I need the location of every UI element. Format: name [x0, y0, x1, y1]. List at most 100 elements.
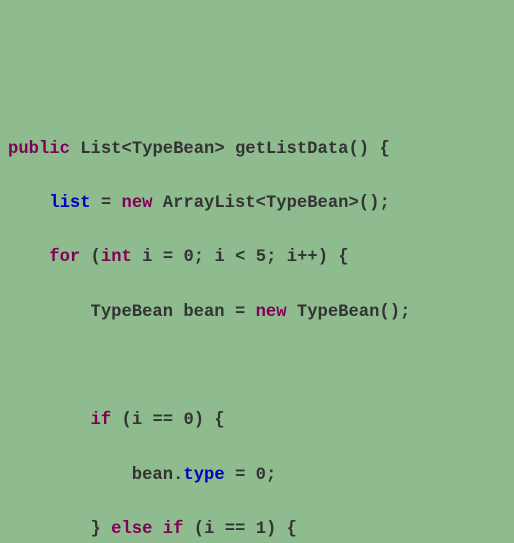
space: [111, 194, 121, 213]
space: [214, 520, 224, 539]
space: [245, 248, 255, 267]
op-eq: =: [235, 466, 245, 485]
field-list: list: [49, 194, 90, 213]
var-i: i: [204, 520, 214, 539]
lbrace: {: [287, 520, 297, 539]
angle-open: <: [121, 140, 131, 159]
space: [101, 520, 111, 539]
space: [225, 140, 235, 159]
space: [80, 248, 90, 267]
op-eqeq: ==: [225, 520, 246, 539]
space: [91, 194, 101, 213]
lparen: (: [379, 303, 389, 322]
semi: ;: [379, 194, 389, 213]
lbrace: {: [338, 248, 348, 267]
semi: ;: [266, 248, 276, 267]
space: [204, 411, 214, 430]
field-type: type: [183, 466, 224, 485]
type-typebean: TypeBean: [266, 194, 349, 213]
num-0: 0: [256, 466, 266, 485]
angle-close: >: [214, 140, 224, 159]
space: [152, 520, 162, 539]
rparen: ): [390, 303, 400, 322]
num-0: 0: [183, 411, 193, 430]
rparen: ): [318, 248, 328, 267]
space: [173, 248, 183, 267]
space: [276, 248, 286, 267]
semi: ;: [266, 466, 276, 485]
keyword-for: for: [49, 248, 80, 267]
angle-close: >: [348, 194, 358, 213]
op-eq: =: [101, 194, 111, 213]
lbrace: {: [379, 140, 389, 159]
space: [245, 466, 255, 485]
space: [183, 520, 193, 539]
type-list: List: [80, 140, 121, 159]
code-line-blank: [0, 353, 514, 380]
method-name: getListData: [235, 140, 348, 159]
space: [70, 140, 80, 159]
op-eqeq: ==: [152, 411, 173, 430]
space: [132, 248, 142, 267]
keyword-new: new: [122, 194, 153, 213]
space: [369, 140, 379, 159]
keyword-else: else: [111, 520, 152, 539]
num-0: 0: [183, 248, 193, 267]
op-lt: <: [235, 248, 245, 267]
code-line: public List<TypeBean> getListData() {: [0, 136, 514, 163]
semi: ;: [194, 248, 204, 267]
var-i: i: [287, 248, 297, 267]
space: [152, 194, 162, 213]
space: [111, 411, 121, 430]
type-typebean: TypeBean: [132, 140, 215, 159]
rparen: ): [369, 194, 379, 213]
space: [142, 411, 152, 430]
var-i: i: [214, 248, 224, 267]
keyword-public: public: [8, 140, 70, 159]
code-line: } else if (i == 1) {: [0, 516, 514, 543]
lbrace: {: [214, 411, 224, 430]
var-i: i: [132, 411, 142, 430]
rbrace: }: [91, 520, 101, 539]
space: [225, 466, 235, 485]
angle-open: <: [256, 194, 266, 213]
type-arraylist: ArrayList: [163, 194, 256, 213]
space: [173, 303, 183, 322]
keyword-if: if: [91, 411, 112, 430]
code-line: if (i == 0) {: [0, 407, 514, 434]
num-1: 1: [256, 520, 266, 539]
rparen: ): [194, 411, 204, 430]
space: [276, 520, 286, 539]
lparen: (: [91, 248, 101, 267]
keyword-if: if: [163, 520, 184, 539]
lparen: (: [121, 411, 131, 430]
space: [245, 520, 255, 539]
space: [152, 248, 162, 267]
space: [328, 248, 338, 267]
dot: .: [173, 466, 183, 485]
code-block: public List<TypeBean> getListData() { li…: [0, 109, 514, 543]
lparen: (: [348, 140, 358, 159]
lparen: (: [194, 520, 204, 539]
space: [287, 303, 297, 322]
op-eq: =: [163, 248, 173, 267]
var-bean: bean: [132, 466, 173, 485]
code-line: TypeBean bean = new TypeBean();: [0, 299, 514, 326]
lparen: (: [359, 194, 369, 213]
type-typebean: TypeBean: [297, 303, 380, 322]
code-line: for (int i = 0; i < 5; i++) {: [0, 244, 514, 271]
space: [204, 248, 214, 267]
op-pp: ++: [297, 248, 318, 267]
semi: ;: [400, 303, 410, 322]
keyword-int: int: [101, 248, 132, 267]
keyword-new: new: [256, 303, 287, 322]
space: [173, 411, 183, 430]
code-line: bean.type = 0;: [0, 462, 514, 489]
code-line: list = new ArrayList<TypeBean>();: [0, 190, 514, 217]
rparen: ): [266, 520, 276, 539]
type-typebean: TypeBean: [91, 303, 174, 322]
var-i: i: [142, 248, 152, 267]
space: [225, 248, 235, 267]
op-eq: =: [235, 303, 245, 322]
space: [245, 303, 255, 322]
